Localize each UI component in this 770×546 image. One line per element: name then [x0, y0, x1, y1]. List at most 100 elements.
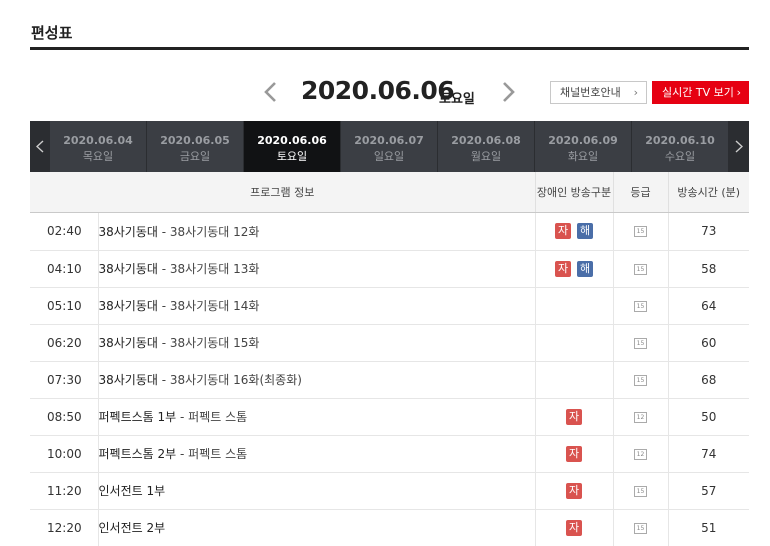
- program-duration: 74: [667, 435, 749, 473]
- program-title[interactable]: 38사기동대: [99, 373, 158, 387]
- program-info: 38사기동대 - 38사기동대 15화: [97, 324, 535, 362]
- date-tab[interactable]: 2020.06.05 금요일: [147, 121, 244, 172]
- rating-cell: 15: [612, 287, 668, 325]
- chevron-right-icon: ›: [633, 86, 638, 99]
- age-rating-icon: 15: [634, 485, 647, 497]
- header-accessibility: 장애인 방송구분: [534, 172, 613, 213]
- rating-cell: 15: [612, 509, 668, 546]
- accessibility-cell: 자해: [534, 250, 613, 288]
- title-separator: -: [157, 224, 170, 239]
- date-tab-day: 토요일: [276, 150, 308, 163]
- program-title[interactable]: 퍼펙트스톰 2부: [99, 447, 177, 461]
- program-title[interactable]: 38사기동대: [99, 262, 158, 276]
- date-tab-strip: 2020.06.04 목요일 2020.06.05 금요일 2020.06.06 토요일 2…: [30, 121, 749, 172]
- program-episode: 38사기동대 13화: [169, 262, 260, 276]
- program-title[interactable]: 38사기동대: [99, 336, 158, 350]
- age-rating-icon: 15: [634, 300, 647, 312]
- chevron-right-icon: [503, 82, 515, 102]
- program-duration: 68: [667, 361, 749, 399]
- live-tv-button[interactable]: 실시간 TV 보기 ›: [652, 81, 749, 104]
- accessibility-cell: [534, 287, 613, 325]
- program-duration: 58: [667, 250, 749, 288]
- program-duration: 60: [667, 324, 749, 362]
- date-tab-day: 목요일: [82, 150, 114, 163]
- accessibility-cell: [534, 361, 613, 399]
- table-row: 08:50 퍼펙트스톰 1부 - 퍼펙트 스톰 자 12 50: [30, 398, 749, 436]
- age-rating-icon: 12: [634, 448, 647, 460]
- program-time: 07:30: [30, 361, 98, 399]
- date-tab[interactable]: 2020.06.09 화요일: [535, 121, 632, 172]
- program-info: 퍼펙트스톰 1부 - 퍼펙트 스톰: [97, 398, 535, 436]
- table-row: 11:20 인서전트 1부 자 15 57: [30, 472, 749, 510]
- chevron-right-icon: ›: [736, 86, 741, 99]
- prev-date-button[interactable]: [261, 80, 281, 104]
- table-row: 06:20 38사기동대 - 38사기동대 15화 15 60: [30, 324, 749, 362]
- table-header-row: 프로그램 정보 장애인 방송구분 등급 방송시간 (분): [30, 172, 749, 213]
- table-row: 05:10 38사기동대 - 38사기동대 14화 15 64: [30, 287, 749, 325]
- date-tab-date: 2020.06.10: [645, 134, 715, 147]
- program-duration: 51: [667, 509, 749, 546]
- program-time: 02:40: [30, 212, 98, 251]
- program-title[interactable]: 인서전트 1부: [99, 484, 166, 498]
- program-episode: 38사기동대 14화: [169, 299, 260, 313]
- program-time: 05:10: [30, 287, 98, 325]
- chevron-left-icon: [36, 140, 44, 153]
- date-tab[interactable]: 2020.06.06 토요일: [244, 121, 341, 172]
- program-duration: 73: [667, 212, 749, 251]
- program-episode: 퍼펙트 스톰: [188, 410, 248, 424]
- channel-info-button[interactable]: 채널번호안내 ›: [550, 81, 647, 104]
- program-time: 12:20: [30, 509, 98, 546]
- title-separator: -: [157, 336, 170, 350]
- table-row: 02:40 38사기동대 - 38사기동대 12화 자 해 15 73: [30, 212, 749, 251]
- date-tab-date: 2020.06.07: [354, 134, 424, 147]
- strip-next-button[interactable]: [729, 121, 749, 172]
- program-info: 38사기동대 - 38사기동대 12화: [97, 212, 535, 251]
- title-separator: -: [157, 262, 170, 276]
- program-info: 인서전트 2부: [97, 509, 535, 546]
- chevron-left-icon: [264, 82, 276, 102]
- caption-badge: 자: [555, 260, 571, 277]
- program-title[interactable]: 인서전트 2부: [99, 521, 166, 535]
- age-rating-icon: 12: [634, 411, 647, 423]
- date-tab-day: 월요일: [470, 150, 502, 163]
- current-date: 2020.06.06: [301, 76, 455, 105]
- date-tab-day: 수요일: [664, 150, 696, 163]
- program-time: 10:00: [30, 435, 98, 473]
- age-rating-icon: 15: [634, 337, 647, 349]
- caption-badge: 자: [566, 482, 582, 499]
- accessibility-cell: 자: [534, 509, 613, 546]
- schedule-table: 프로그램 정보 장애인 방송구분 등급 방송시간 (분) 02:40 38사기동대…: [30, 172, 749, 546]
- program-title[interactable]: 퍼펙트스톰 1부: [99, 410, 177, 424]
- caption-badge: 자: [555, 223, 571, 239]
- title-separator: -: [176, 447, 189, 461]
- audio-description-badge: 해: [577, 260, 593, 277]
- rating-cell: 15: [612, 212, 668, 251]
- current-day: 토요일: [439, 92, 475, 107]
- next-date-button[interactable]: [498, 80, 518, 104]
- date-tab-date: 2020.06.06: [257, 134, 327, 147]
- caption-badge: 자: [566, 445, 582, 462]
- program-title[interactable]: 38사기동대: [99, 299, 158, 313]
- date-tab[interactable]: 2020.06.08 월요일: [438, 121, 535, 172]
- program-title[interactable]: 38사기동대: [99, 225, 158, 239]
- program-episode: 38사기동대 12화: [169, 224, 260, 239]
- date-tab[interactable]: 2020.06.04 목요일: [50, 121, 147, 172]
- header-duration: 방송시간 (분): [667, 172, 749, 213]
- program-duration: 57: [667, 472, 749, 510]
- age-rating-icon: 15: [634, 522, 647, 534]
- date-tab-day: 일요일: [373, 150, 405, 163]
- title-separator: -: [176, 410, 189, 424]
- date-tab[interactable]: 2020.06.07 일요일: [341, 121, 438, 172]
- program-info: 38사기동대 - 38사기동대 14화: [97, 287, 535, 325]
- strip-prev-button[interactable]: [30, 121, 50, 172]
- chevron-right-icon: [735, 140, 743, 153]
- accessibility-cell: 자: [534, 435, 613, 473]
- title-separator: -: [157, 299, 170, 313]
- accessibility-cell: 자해: [534, 212, 613, 251]
- audio-description-badge: 해: [577, 223, 593, 239]
- program-duration: 50: [667, 398, 749, 436]
- program-duration: 64: [667, 287, 749, 325]
- age-rating-icon: 15: [634, 374, 647, 386]
- program-info: 38사기동대 - 38사기동대 16화(최종화): [97, 361, 535, 399]
- date-tab[interactable]: 2020.06.10 수요일: [632, 121, 729, 172]
